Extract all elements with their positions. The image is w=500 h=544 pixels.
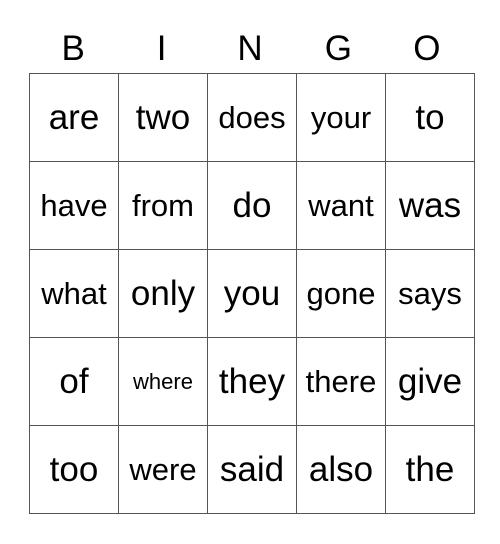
card-cell[interactable]: do — [207, 161, 297, 250]
card-cell[interactable]: have — [29, 161, 119, 250]
card-cell[interactable]: your — [296, 73, 386, 162]
card-cell[interactable]: to — [385, 73, 475, 162]
card-cell[interactable]: does — [207, 73, 297, 162]
header-letter-b: B — [61, 29, 85, 68]
card-row: of where they there give — [29, 337, 475, 426]
card-cell[interactable]: are — [29, 73, 119, 162]
card-cell[interactable]: want — [296, 161, 386, 250]
card-cell[interactable]: only — [118, 249, 208, 338]
bingo-card: are two does your to have from do want w… — [29, 73, 475, 514]
card-cell[interactable]: the — [385, 425, 475, 514]
card-cell[interactable]: two — [118, 73, 208, 162]
card-row: have from do want was — [29, 161, 475, 250]
header-letter-g: G — [324, 29, 353, 68]
card-cell[interactable]: was — [385, 161, 475, 250]
card-cell[interactable]: from — [118, 161, 208, 250]
card-cell[interactable]: there — [296, 337, 386, 426]
card-cell[interactable]: you — [207, 249, 297, 338]
card-cell[interactable]: where — [118, 337, 208, 426]
card-cell[interactable]: they — [207, 337, 297, 426]
header-letter-o: O — [413, 29, 441, 68]
header-letter-i: I — [156, 29, 167, 68]
card-cell[interactable]: also — [296, 425, 386, 514]
card-cell[interactable]: gone — [296, 249, 386, 338]
bingo-header: B I N G O — [29, 27, 471, 71]
card-cell[interactable]: too — [29, 425, 119, 514]
card-row: are two does your to — [29, 73, 475, 162]
card-cell[interactable]: what — [29, 249, 119, 338]
card-cell[interactable]: of — [29, 337, 119, 426]
card-row: too were said also the — [29, 425, 475, 514]
card-cell[interactable]: were — [118, 425, 208, 514]
card-row: what only you gone says — [29, 249, 475, 338]
card-cell[interactable]: give — [385, 337, 475, 426]
card-cell[interactable]: says — [385, 249, 475, 338]
header-letter-n: N — [237, 29, 263, 68]
card-cell[interactable]: said — [207, 425, 297, 514]
